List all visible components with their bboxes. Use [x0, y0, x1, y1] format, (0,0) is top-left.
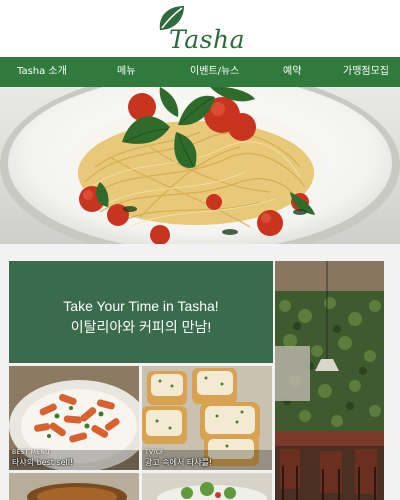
site-header: Tasha [0, 0, 400, 57]
cafe-photo-icon [275, 261, 384, 500]
best-menu-tile[interactable]: BEST MENU 타샤의 best sell! [9, 366, 139, 470]
banner-headline: Take Your Time in Tasha! [63, 298, 219, 314]
tv-cf-tag: TV/CF [145, 449, 164, 456]
best-menu-caption: 타샤의 best sell! [12, 458, 74, 467]
cafe-interior-image[interactable] [275, 261, 384, 500]
nav-item-about[interactable]: Tasha 소개 [17, 57, 67, 87]
logo[interactable]: Tasha [152, 4, 248, 54]
salad-photo-icon [142, 473, 272, 500]
slogan-banner[interactable]: Take Your Time in Tasha! 이탈리아와 커피의 만남! [9, 261, 273, 363]
pasta-photo-icon [0, 87, 400, 244]
tv-cf-tile[interactable]: TV/CF 광고 속에서 타샤를! [142, 366, 272, 470]
soup-tile[interactable] [9, 473, 139, 500]
logo-text: Tasha [169, 25, 245, 54]
nav-item-franchise[interactable]: 가맹점모집 [343, 57, 389, 87]
best-menu-tag: BEST MENU [12, 449, 50, 456]
hero-image [0, 87, 400, 244]
nav-item-reservation[interactable]: 예약 [283, 57, 301, 87]
soup-photo-icon [9, 473, 139, 500]
tv-cf-caption: 광고 속에서 타샤를! [145, 458, 213, 467]
main-nav: Tasha 소개 메뉴 이벤트/뉴스 예약 가맹점모집 [0, 57, 400, 88]
salad-tile[interactable] [142, 473, 272, 500]
nav-item-events-news[interactable]: 이벤트/뉴스 [190, 57, 239, 87]
banner-subline: 이탈리아와 커피의 만남! [70, 319, 212, 335]
nav-item-menu[interactable]: 메뉴 [117, 57, 135, 87]
